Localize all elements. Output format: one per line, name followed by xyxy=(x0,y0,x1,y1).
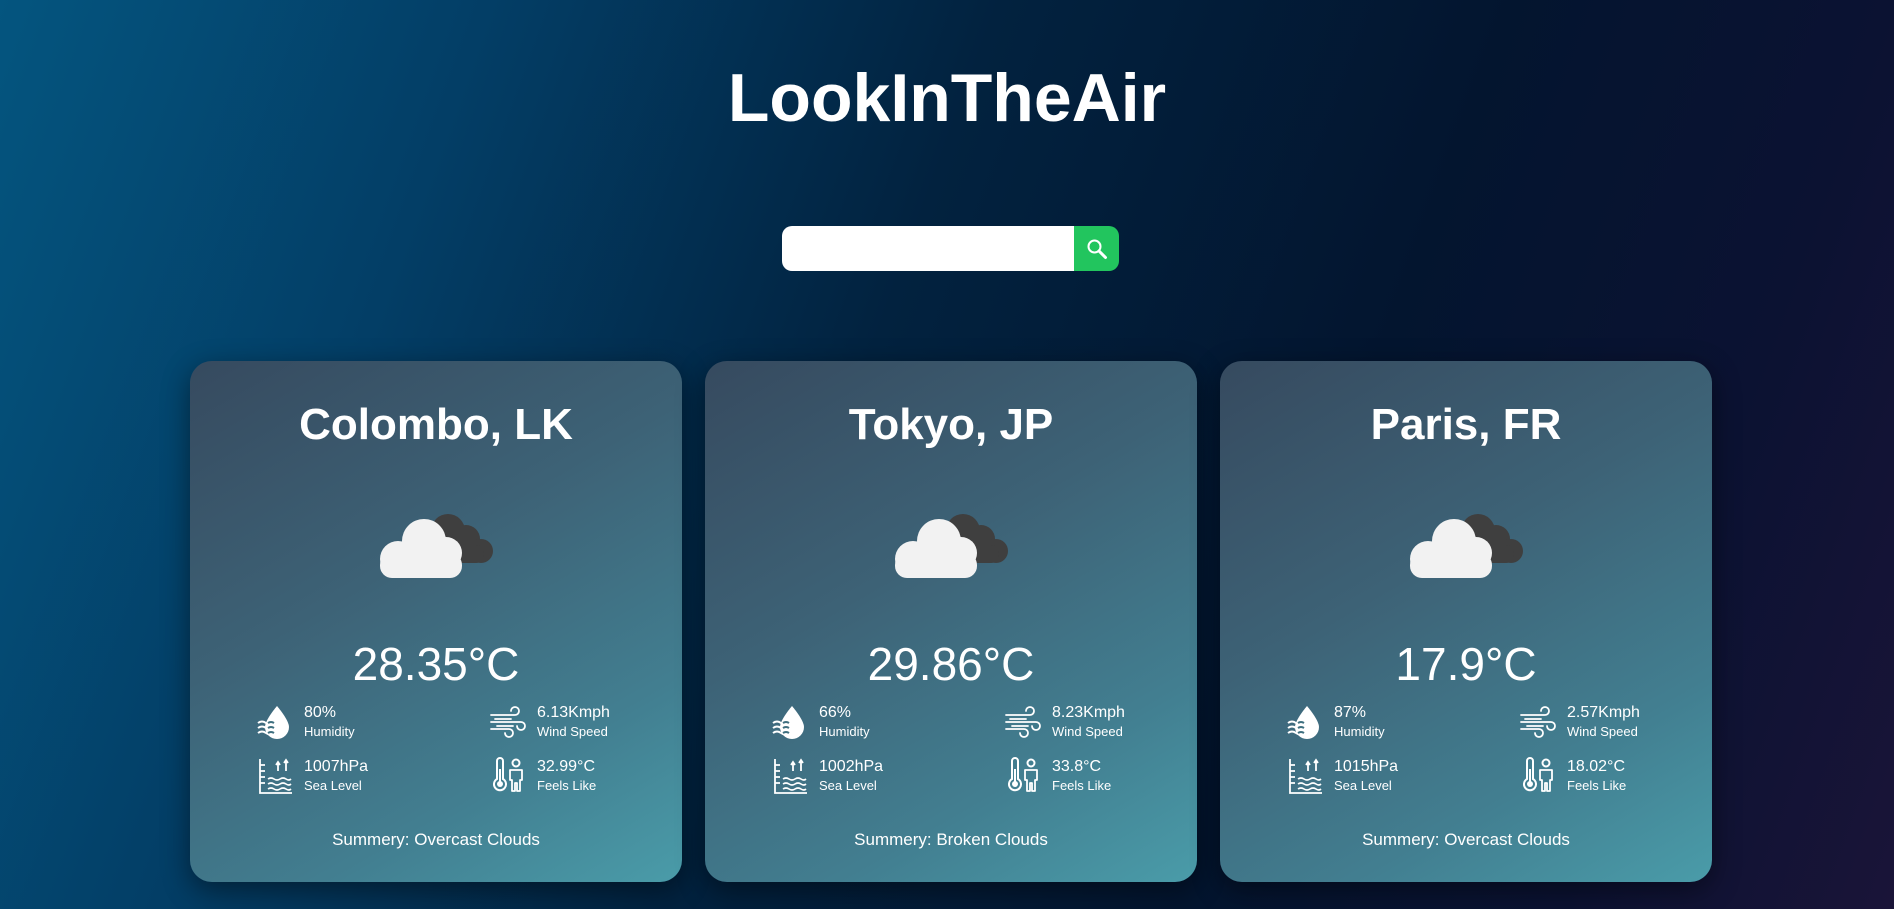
temperature: 28.35°C xyxy=(352,638,520,690)
humidity-label: Humidity xyxy=(1334,724,1385,739)
feels-like-value: 18.02°C xyxy=(1567,758,1625,775)
sea-level-value: 1002hPa xyxy=(819,758,884,775)
humidity-label: Humidity xyxy=(819,724,870,739)
sea-level-icon xyxy=(1289,758,1322,794)
overcast-clouds-icon xyxy=(380,514,493,578)
humidity-label: Humidity xyxy=(304,724,355,739)
search-button[interactable] xyxy=(1074,226,1119,271)
humidity-stat: 80% Humidity xyxy=(256,703,355,741)
sea-level-stat: 1002hPa Sea Level xyxy=(771,757,883,795)
humidity-value: 66% xyxy=(819,704,852,721)
temperature: 29.86°C xyxy=(867,638,1035,690)
wind-stat: 8.23Kmph Wind Speed xyxy=(1004,703,1125,741)
wind-value: 8.23Kmph xyxy=(1052,704,1125,721)
sea-level-stat: 1007hPa Sea Level xyxy=(256,757,368,795)
feels-like-value: 32.99°C xyxy=(537,758,595,775)
feels-like-stat: 33.8°C Feels Like xyxy=(1004,757,1111,795)
sea-level-value: 1007hPa xyxy=(304,758,369,775)
humidity-icon xyxy=(257,706,289,739)
wind-label: Wind Speed xyxy=(1567,724,1638,739)
humidity-value: 80% xyxy=(304,704,337,721)
sea-level-label: Sea Level xyxy=(819,778,877,793)
sea-level-value: 1015hPa xyxy=(1334,758,1399,775)
wind-value: 6.13Kmph xyxy=(537,704,610,721)
humidity-icon xyxy=(772,706,804,739)
wind-label: Wind Speed xyxy=(1052,724,1123,739)
feels-like-stat: 18.02°C Feels Like xyxy=(1519,757,1626,795)
weather-cards: Colombo, LK 28.35°C 80% Humidity 6.13Kmp… xyxy=(190,361,1712,882)
city-name: Colombo, LK xyxy=(299,400,573,449)
overcast-clouds-icon xyxy=(1410,514,1523,578)
broken-clouds-icon xyxy=(895,514,1008,578)
city-name: Paris, FR xyxy=(1370,400,1562,449)
humidity-value: 87% xyxy=(1334,704,1367,721)
wind-stat: 2.57Kmph Wind Speed xyxy=(1519,703,1640,741)
temperature: 17.9°C xyxy=(1395,638,1537,690)
city-name: Tokyo, JP xyxy=(848,400,1054,449)
wind-icon xyxy=(1520,706,1556,738)
search-input[interactable] xyxy=(782,226,1074,271)
sea-level-icon xyxy=(774,758,807,794)
weather-card: Colombo, LK 28.35°C 80% Humidity 6.13Kmp… xyxy=(190,361,682,882)
feels-like-icon xyxy=(1523,757,1553,792)
wind-stat: 6.13Kmph Wind Speed xyxy=(489,703,610,741)
feels-like-value: 33.8°C xyxy=(1052,758,1102,775)
wind-value: 2.57Kmph xyxy=(1567,704,1640,721)
feels-like-icon xyxy=(493,757,523,792)
weather-summary: Summery: Overcast Clouds xyxy=(332,830,540,849)
feels-like-label: Feels Like xyxy=(1567,778,1627,793)
sea-level-stat: 1015hPa Sea Level xyxy=(1286,757,1398,795)
feels-like-icon xyxy=(1008,757,1038,792)
search-icon xyxy=(1087,239,1107,259)
wind-icon xyxy=(490,706,526,738)
humidity-stat: 87% Humidity xyxy=(1286,703,1385,741)
weather-card: Tokyo, JP 29.86°C 66% Humidity 8.23Kmph … xyxy=(705,361,1197,882)
search-bar xyxy=(782,226,1119,271)
app-title: LookInTheAir xyxy=(727,60,1167,136)
feels-like-stat: 32.99°C Feels Like xyxy=(489,757,596,795)
sea-level-label: Sea Level xyxy=(304,778,362,793)
sea-level-label: Sea Level xyxy=(1334,778,1392,793)
feels-like-label: Feels Like xyxy=(537,778,597,793)
weather-summary: Summery: Overcast Clouds xyxy=(1362,830,1570,849)
humidity-stat: 66% Humidity xyxy=(771,703,870,741)
weather-summary: Summery: Broken Clouds xyxy=(854,830,1048,849)
wind-icon xyxy=(1005,706,1041,738)
feels-like-label: Feels Like xyxy=(1052,778,1112,793)
sea-level-icon xyxy=(259,758,292,794)
weather-card: Paris, FR 17.9°C 87% Humidity 2.57Kmph W… xyxy=(1220,361,1712,882)
humidity-icon xyxy=(1287,706,1319,739)
wind-label: Wind Speed xyxy=(537,724,608,739)
